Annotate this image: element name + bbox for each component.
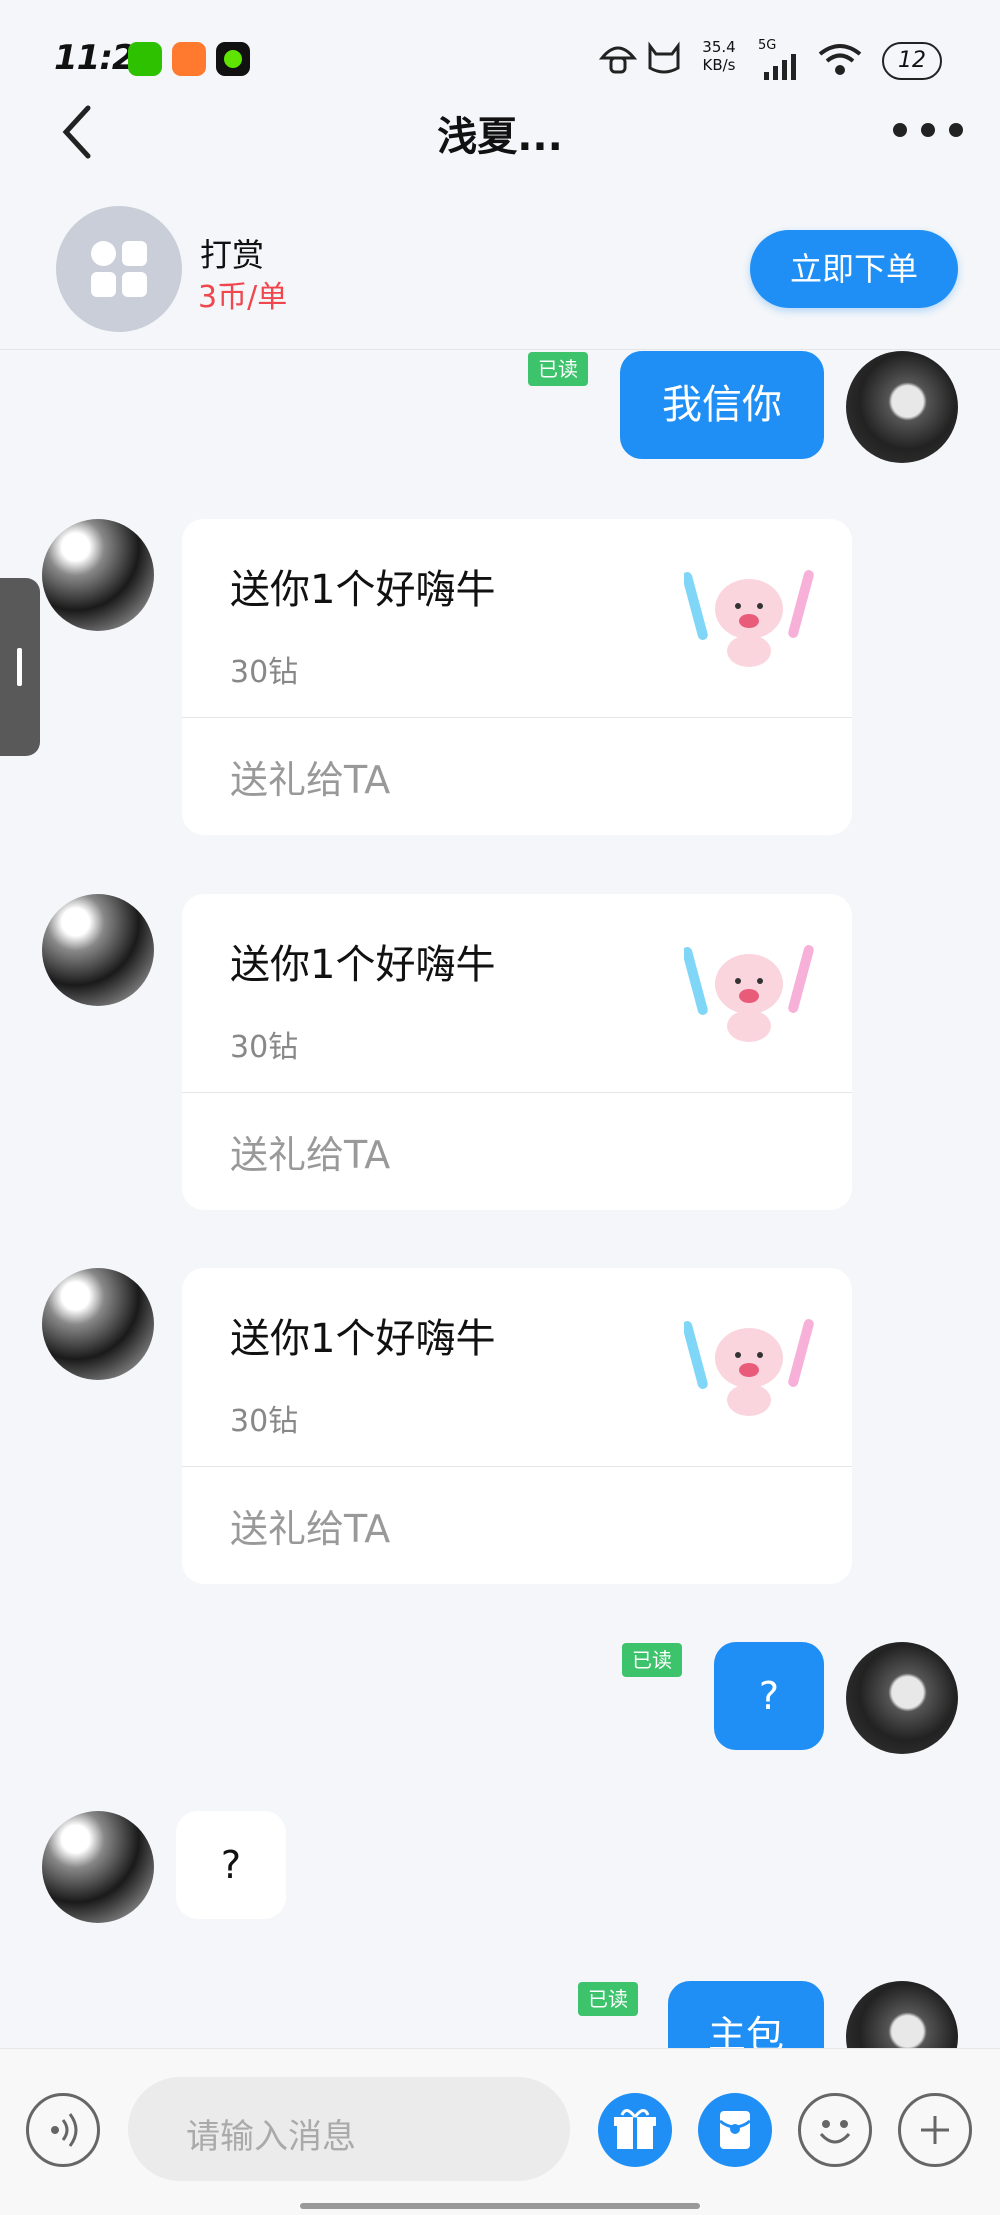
read-badge: 已读 [528, 352, 588, 386]
cow-gift-icon [684, 1319, 814, 1416]
more-functions-button[interactable] [898, 2093, 972, 2167]
more-icon[interactable] [890, 120, 966, 140]
self-avatar[interactable] [846, 351, 958, 463]
service-icon [56, 206, 182, 332]
gift-price: 30钻 [230, 1030, 299, 1065]
nav-bar: 浅夏... [0, 90, 1000, 170]
gift-button[interactable] [598, 2093, 672, 2167]
message-input[interactable]: 请输入消息 [128, 2077, 570, 2181]
read-badge: 已读 [622, 1643, 682, 1677]
cat-icon [648, 41, 680, 74]
network-type: 5G [758, 38, 777, 53]
service-price: 3币/单 [198, 280, 288, 315]
other-avatar[interactable] [42, 1811, 154, 1923]
divider [182, 1466, 852, 1467]
emoji-button[interactable] [798, 2093, 872, 2167]
other-avatar[interactable] [42, 1268, 154, 1380]
order-bar: 打赏 3币/单 立即下单 [0, 192, 1000, 350]
service-name: 打赏 [200, 236, 265, 274]
order-now-button[interactable]: 立即下单 [750, 230, 958, 308]
wechat-icon [128, 42, 162, 76]
battery-indicator: 12 [882, 42, 942, 80]
gift-price: 30钻 [230, 1404, 299, 1439]
app-notification-icon [172, 42, 206, 76]
message-bubble[interactable]: 我信你 [620, 351, 824, 459]
gift-title: 送你1个好嗨牛 [230, 1316, 496, 1362]
send-gift-link[interactable]: 送礼给TA [230, 1124, 390, 1179]
gift-icon [614, 2109, 656, 2149]
message-bubble[interactable]: 主包 [668, 1981, 824, 2048]
divider [182, 1092, 852, 1093]
emoji-icon [819, 2120, 851, 2144]
gift-card[interactable]: 送你1个好嗨牛 30钻 送礼给TA [182, 894, 852, 1210]
red-packet-button[interactable] [698, 2093, 772, 2167]
app-notification-icon [216, 42, 250, 76]
wifi-icon [818, 44, 862, 75]
chat-title: 浅夏... [437, 114, 563, 160]
other-avatar[interactable] [42, 519, 154, 631]
voice-button[interactable] [26, 2093, 100, 2167]
gift-card[interactable]: 送你1个好嗨牛 30钻 送礼给TA [182, 519, 852, 835]
message-bubble[interactable]: ? [714, 1642, 824, 1750]
plus-icon [921, 2116, 949, 2144]
red-packet-icon [719, 2111, 751, 2149]
home-indicator[interactable] [300, 2203, 700, 2209]
self-avatar[interactable] [846, 1642, 958, 1754]
signal-icon [764, 54, 796, 80]
message-placeholder: 请输入消息 [186, 2117, 356, 2157]
input-bar: 请输入消息 [0, 2048, 1000, 2215]
cow-gift-icon [684, 945, 814, 1042]
other-avatar[interactable] [42, 894, 154, 1006]
send-gift-link[interactable]: 送礼给TA [230, 1498, 390, 1553]
send-gift-link[interactable]: 送礼给TA [230, 749, 390, 804]
divider [182, 717, 852, 718]
gift-price: 30钻 [230, 655, 299, 690]
voice-icon [51, 2113, 78, 2147]
read-badge: 已读 [578, 1982, 638, 2016]
message-bubble[interactable]: ? [176, 1811, 286, 1919]
gift-title: 送你1个好嗨牛 [230, 567, 496, 613]
gift-title: 送你1个好嗨牛 [230, 942, 496, 988]
network-speed: 35.4 KB/s [702, 38, 736, 74]
cow-gift-icon [684, 570, 814, 667]
self-avatar[interactable] [846, 1981, 958, 2048]
gift-card[interactable]: 送你1个好嗨牛 30钻 送礼给TA [182, 1268, 852, 1584]
chat-messages[interactable]: 已读 我信你 送你1个好嗨牛 30钻 送礼给TA 送你1个好嗨牛 30钻 送礼给… [0, 351, 1000, 2048]
mushroom-icon [598, 46, 638, 74]
